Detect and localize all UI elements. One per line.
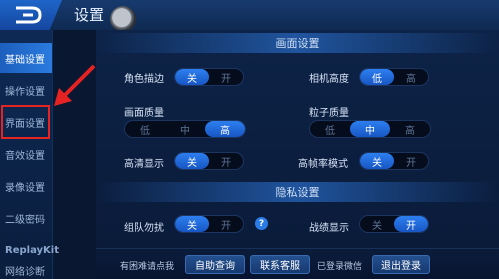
particle-low-option[interactable]: 低 (310, 121, 350, 137)
back-arrow-icon (16, 6, 42, 24)
particle-high-option[interactable]: 高 (390, 121, 430, 137)
hd-off-option[interactable]: 关 (175, 153, 209, 169)
record-off-option[interactable]: 关 (360, 216, 394, 232)
sidebar-item-network[interactable]: 网络诊断 (0, 263, 52, 279)
question-icon[interactable]: ? (255, 217, 268, 230)
hd-display-toggle[interactable]: 关 开 (174, 152, 244, 170)
hd-display-label: 高清显示 (124, 159, 164, 170)
camera-low-option[interactable]: 低 (360, 69, 394, 85)
section-header-display: 画面设置 (96, 33, 499, 53)
hd-on-option[interactable]: 开 (209, 153, 243, 169)
sidebar-item-controls[interactable]: 操作设置 (0, 75, 52, 105)
outline-label: 角色描边 (124, 74, 164, 85)
sidebar-item-password[interactable]: 二级密码 (0, 203, 52, 233)
logout-button[interactable]: 退出登录 (372, 255, 430, 274)
high-fps-on-option[interactable]: 开 (394, 153, 428, 169)
quality-selector[interactable]: 低 中 高 (124, 120, 246, 138)
dnd-label: 组队勿扰 (124, 223, 164, 234)
sidebar-item-replaykit[interactable]: ReplayKit (0, 235, 59, 265)
divider (96, 248, 499, 249)
outline-on-option[interactable]: 开 (209, 69, 243, 85)
high-fps-off-option[interactable]: 关 (360, 153, 394, 169)
logged-in-status: 已登录微信 (317, 262, 363, 272)
dnd-off-option[interactable]: 关 (175, 216, 209, 232)
contact-support-button[interactable]: 联系客服 (250, 255, 310, 274)
record-display-toggle[interactable]: 关 开 (359, 215, 429, 233)
camera-height-label: 相机高度 (309, 74, 349, 85)
sidebar-item-sound[interactable]: 音效设置 (0, 139, 52, 169)
particle-selector[interactable]: 低 中 高 (309, 120, 431, 138)
page-title: 设置 (74, 6, 105, 24)
help-text: 有困难请点我 (120, 262, 175, 272)
high-fps-label: 高帧率模式 (298, 159, 348, 170)
quality-low-option[interactable]: 低 (125, 121, 165, 137)
dnd-toggle[interactable]: 关 开 (174, 215, 244, 233)
camera-high-option[interactable]: 高 (394, 69, 428, 85)
camera-height-toggle[interactable]: 低 高 (359, 68, 429, 86)
highlight-box (1, 105, 50, 139)
quality-mid-option[interactable]: 中 (165, 121, 205, 137)
dnd-on-option[interactable]: 开 (209, 216, 243, 232)
high-fps-toggle[interactable]: 关 开 (359, 152, 429, 170)
outline-off-option[interactable]: 关 (175, 69, 209, 85)
sidebar-item-basic[interactable]: 基础设置 (0, 43, 52, 73)
record-on-option[interactable]: 开 (394, 216, 428, 232)
sidebar: 基础设置 操作设置 界面设置 音效设置 录像设置 二级密码 ReplayKit … (0, 30, 59, 279)
self-help-button[interactable]: 自助查询 (185, 255, 245, 274)
quality-high-option[interactable]: 高 (205, 121, 245, 137)
quality-label: 画面质量 (124, 108, 164, 119)
floating-assist-button[interactable] (110, 6, 136, 32)
record-display-label: 战绩显示 (309, 223, 349, 234)
sidebar-item-replay[interactable]: 录像设置 (0, 171, 52, 201)
section-header-privacy: 隐私设置 (96, 182, 499, 202)
particle-mid-option[interactable]: 中 (350, 121, 390, 137)
red-arrow-icon (54, 64, 96, 106)
outline-toggle[interactable]: 关 开 (174, 68, 244, 86)
particle-label: 粒子质量 (309, 108, 349, 119)
